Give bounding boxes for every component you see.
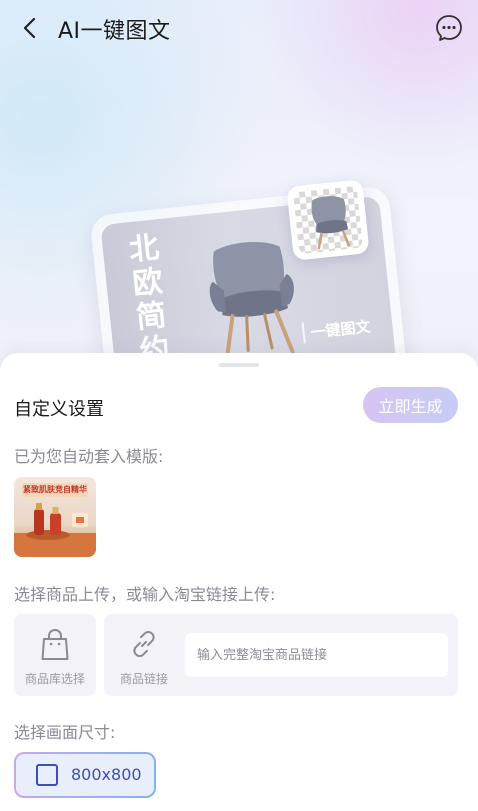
- settings-sheet: 自定义设置 立即生成 已为您自动套入模版: 紧致肌肤竞自精华 选择商品上传，或输…: [0, 353, 478, 811]
- cutout-thumbnail: [286, 179, 370, 261]
- chevron-left-icon: [23, 17, 36, 39]
- upload-label: 选择商品上传，或输入淘宝链接上传:: [14, 585, 276, 604]
- square-icon: [36, 764, 58, 786]
- page-title: AI一键图文: [58, 19, 171, 44]
- product-link-input[interactable]: [185, 633, 448, 677]
- size-option-label: 800x800: [71, 765, 142, 784]
- settings-title: 自定义设置: [14, 399, 104, 420]
- preview-card-text: 北欧简约: [127, 230, 172, 370]
- top-bar: AI一键图文: [0, 0, 478, 56]
- template-label: 已为您自动套入模版:: [14, 447, 164, 466]
- product-link-panel: 商品链接: [104, 614, 458, 696]
- chat-bubble-icon: [436, 15, 462, 41]
- chair-cutout-image: [311, 196, 350, 250]
- sheet-drag-handle[interactable]: [219, 363, 259, 367]
- transparent-background: [292, 185, 364, 255]
- back-button[interactable]: [14, 12, 46, 44]
- chat-button[interactable]: [434, 13, 464, 43]
- size-option-button[interactable]: 800x800: [14, 752, 156, 798]
- preview-promo-text: 一键图文: [301, 315, 372, 344]
- hero-banner: AI一键图文 北欧简约 一键图文: [0, 0, 478, 380]
- shopping-bag-icon: [41, 628, 69, 660]
- product-library-label: 商品库选择: [24, 672, 85, 686]
- product-bottles-image: [14, 503, 96, 557]
- link-icon: [133, 630, 155, 658]
- product-link-label: 商品链接: [119, 672, 168, 686]
- generate-button[interactable]: 立即生成: [363, 387, 458, 423]
- size-label: 选择画面尺寸:: [14, 723, 116, 742]
- template-thumbnail[interactable]: 紧致肌肤竞自精华: [14, 477, 96, 557]
- product-library-button[interactable]: 商品库选择: [14, 614, 96, 696]
